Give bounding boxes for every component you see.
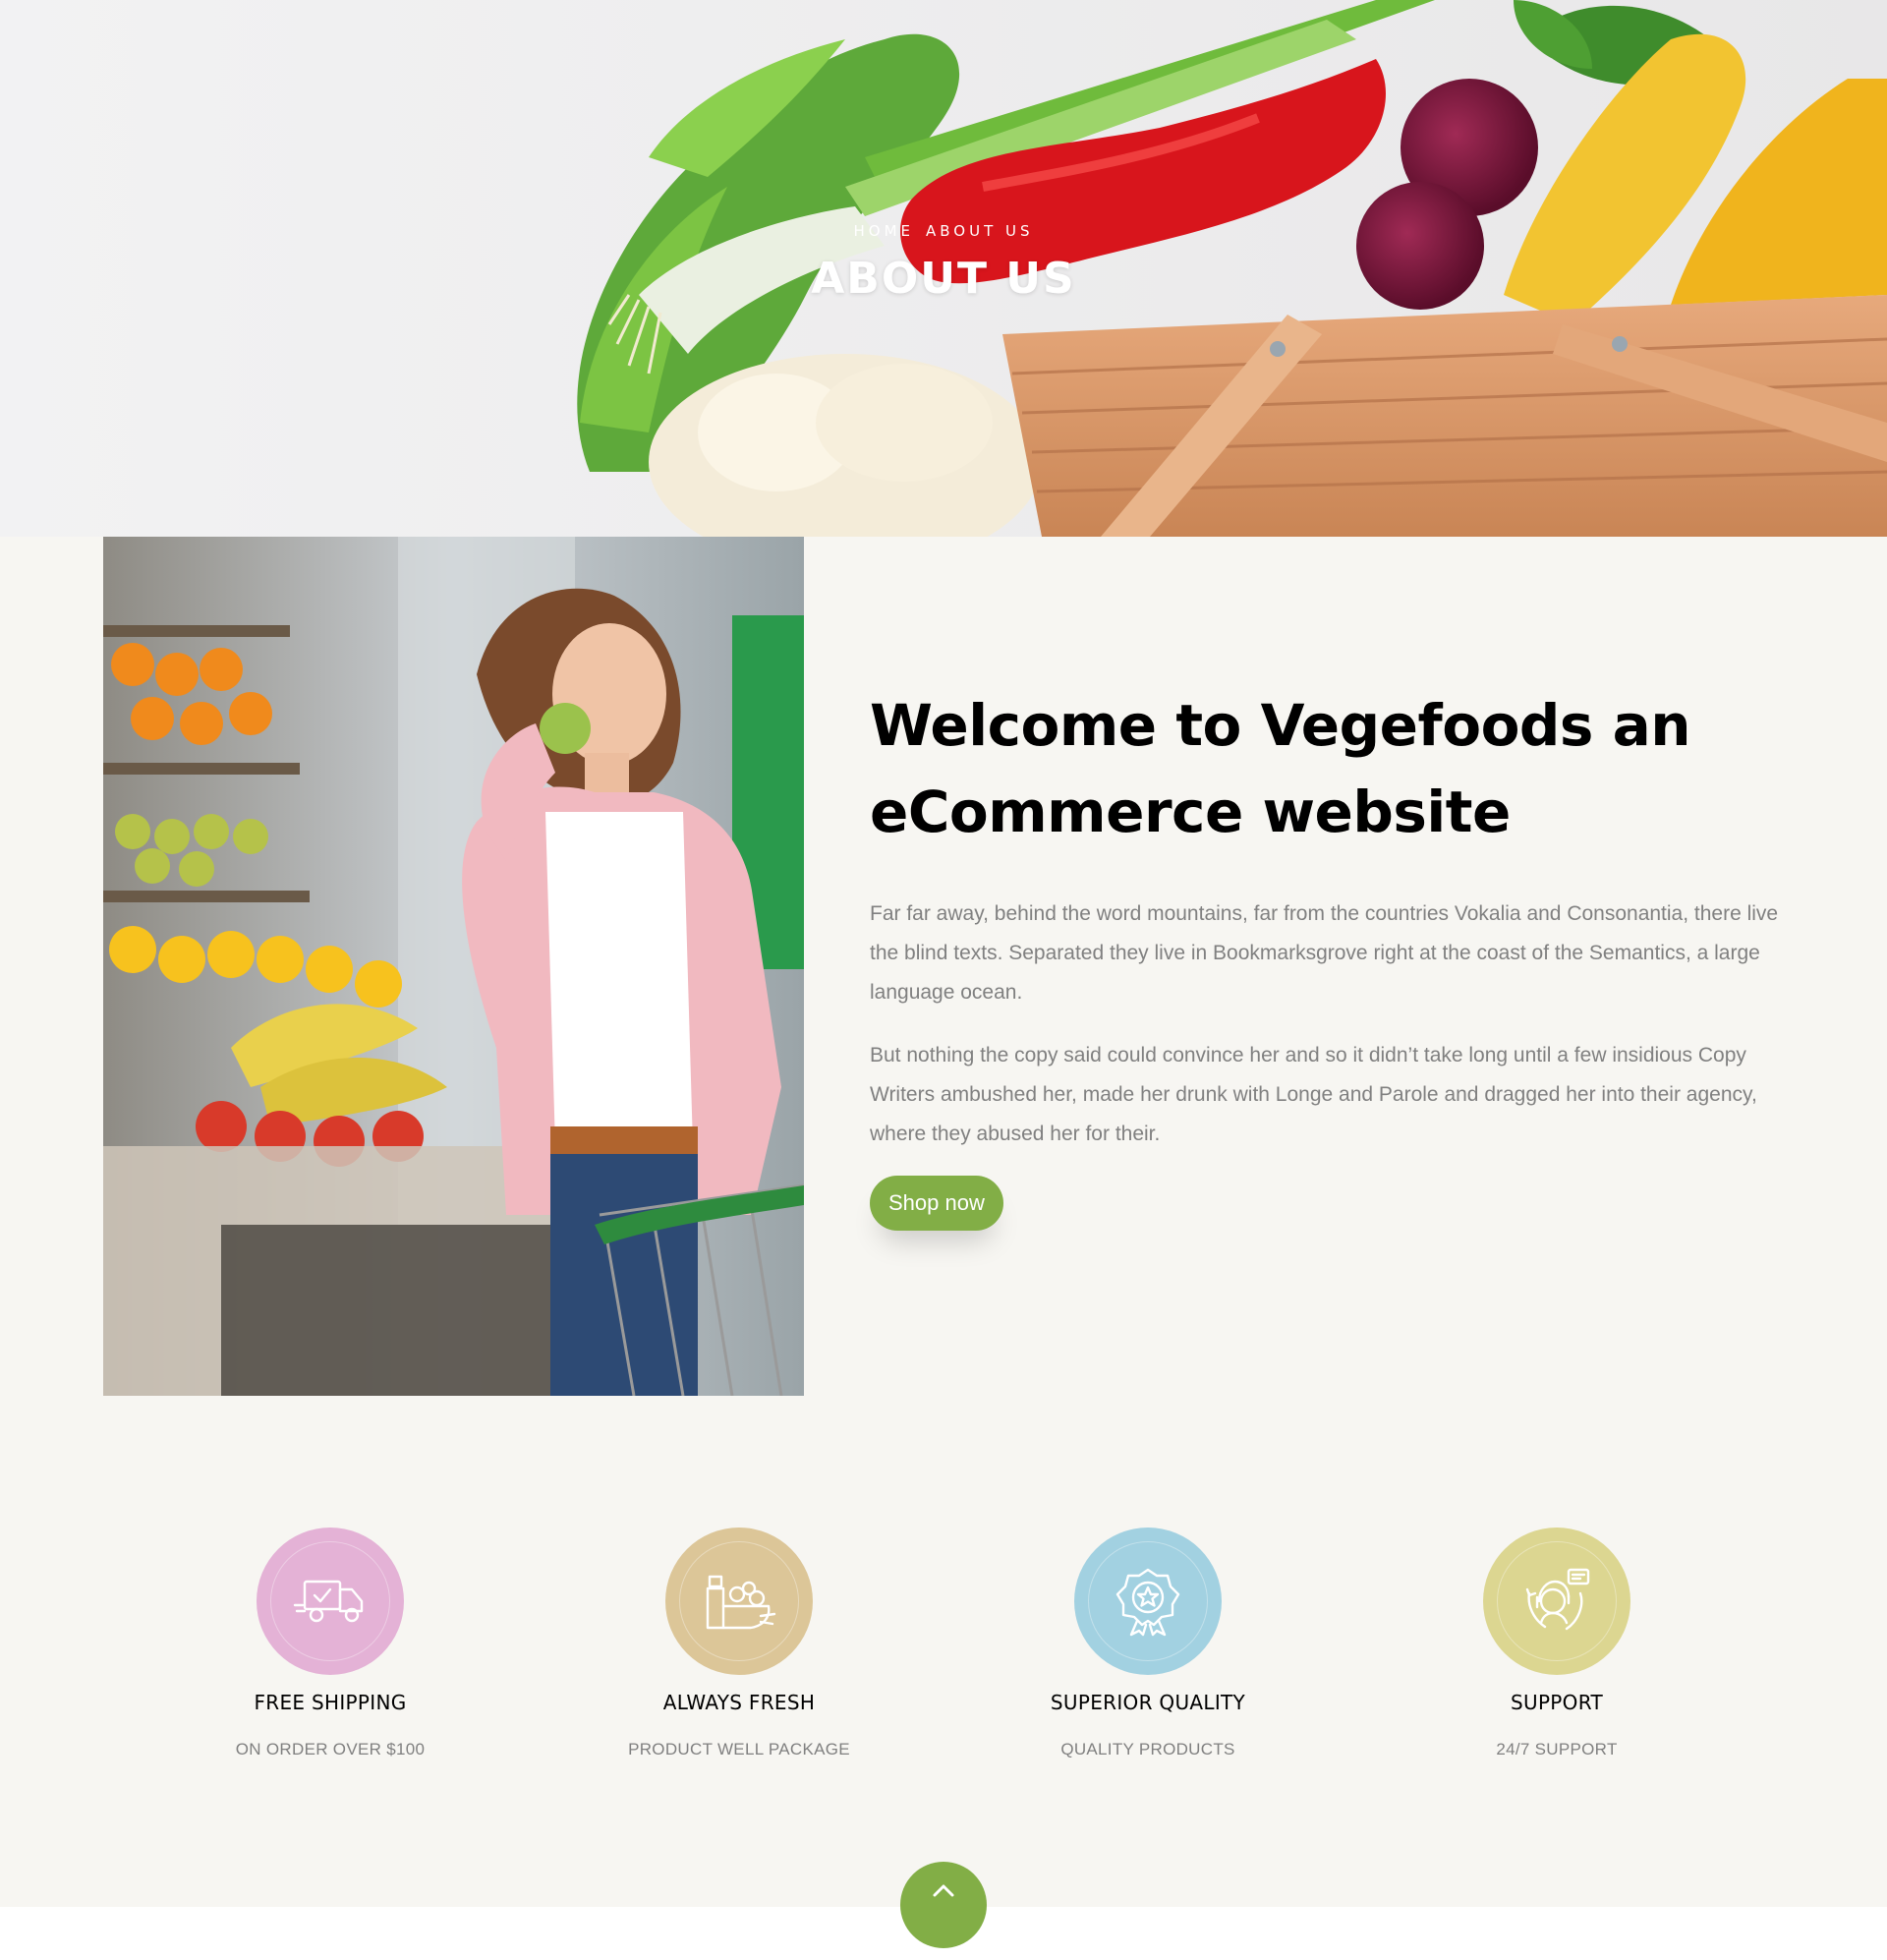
about-content: Welcome to Vegefoods an eCommerce websit… xyxy=(870,682,1784,1231)
about-paragraph-2: But nothing the copy said could convince… xyxy=(870,1044,1757,1145)
shop-now-button[interactable]: Shop now xyxy=(870,1176,1003,1231)
hero-banner: Home About us About us xyxy=(0,0,1887,537)
feature-superior-quality: Superior Quality Quality Products xyxy=(971,1528,1325,1759)
breadcrumb-home-link[interactable]: Home xyxy=(853,222,914,240)
feature-title: Always Fresh xyxy=(662,1691,816,1714)
feature-free-shipping: Free Shipping On order over $100 xyxy=(153,1528,507,1759)
breadcrumb: Home About us xyxy=(0,222,1887,240)
about-woman-photo xyxy=(103,537,804,1396)
feature-title: Support xyxy=(1511,1691,1603,1714)
about-section: Welcome to Vegefoods an eCommerce websit… xyxy=(0,537,1887,1907)
about-paragraph-1: Far far away, behind the word mountains,… xyxy=(870,902,1779,1004)
feature-always-fresh: Always Fresh Product well package xyxy=(562,1528,916,1759)
feature-support: Support 24/7 Support xyxy=(1380,1528,1734,1759)
support-agent-icon xyxy=(1483,1528,1630,1675)
quality-badge-icon xyxy=(1074,1528,1222,1675)
fresh-basket-icon xyxy=(665,1528,813,1675)
about-heading-line1: Welcome to Vegefoods an xyxy=(870,692,1691,759)
chevron-up-icon xyxy=(933,1884,954,1897)
feature-subtitle: On order over $100 xyxy=(235,1740,426,1758)
feature-title: Free Shipping xyxy=(254,1691,407,1714)
back-to-top-button[interactable] xyxy=(900,1862,987,1948)
feature-subtitle: 24/7 Support xyxy=(1496,1740,1618,1758)
features-row: Free Shipping On order over $100 Always … xyxy=(0,1528,1887,1783)
feature-subtitle: Product well package xyxy=(628,1740,850,1758)
truck-icon xyxy=(257,1528,404,1675)
about-heading-line2: eCommerce website xyxy=(870,778,1511,845)
feature-subtitle: Quality Products xyxy=(1060,1740,1235,1758)
feature-title: Superior Quality xyxy=(1050,1691,1246,1714)
breadcrumb-current: About us xyxy=(926,222,1034,240)
hero-text: Home About us About us xyxy=(0,222,1887,304)
about-heading: Welcome to Vegefoods an eCommerce websit… xyxy=(870,682,1784,855)
page-title: About us xyxy=(811,254,1076,304)
